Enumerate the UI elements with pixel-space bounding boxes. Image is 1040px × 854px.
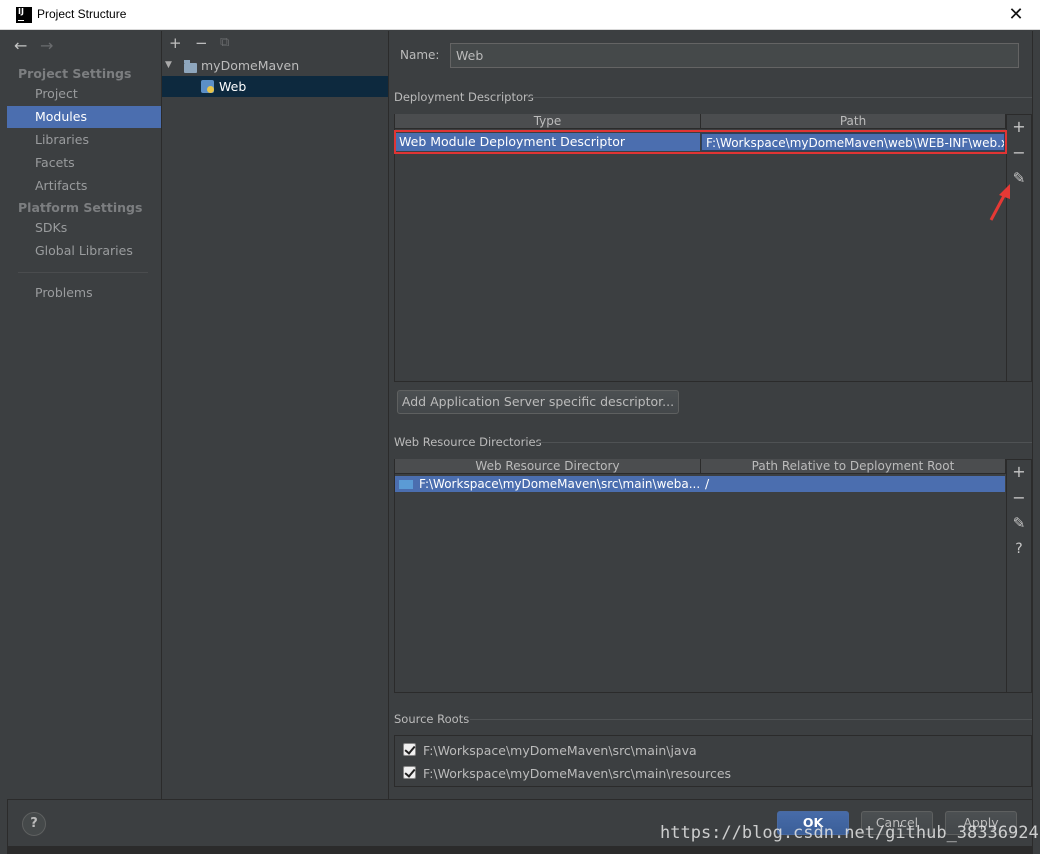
folder-icon [399, 480, 413, 489]
name-input[interactable]: Web [450, 43, 1019, 68]
group-separator [535, 442, 1032, 443]
descriptor-type-cell[interactable]: Web Module Deployment Descriptor [396, 133, 700, 151]
deployment-descriptors-table [394, 114, 1032, 382]
nav-item-facets[interactable]: Facets [7, 152, 161, 174]
column-header-relative-path[interactable]: Path Relative to Deployment Root [701, 459, 1006, 474]
web-resource-table [394, 459, 1032, 693]
add-resource-icon[interactable]: + [1009, 462, 1029, 481]
annotation-arrow-icon [989, 184, 1010, 221]
column-header-path[interactable]: Path [701, 114, 1006, 129]
remove-resource-icon[interactable]: − [1009, 488, 1029, 507]
web-facet-icon [201, 80, 214, 93]
copy-icon[interactable]: ⧉ [220, 35, 229, 50]
nav-section-platform-settings: Platform Settings [18, 200, 143, 215]
tree-item-mydomemaven[interactable]: myDomeMaven [201, 58, 299, 73]
web-resource-directories-title: Web Resource Directories [394, 435, 542, 449]
watermark-text: https://blog.csdn.net/github_38336924 [660, 823, 1039, 843]
nav-item-global-libraries[interactable]: Global Libraries [7, 240, 161, 262]
help-button[interactable]: ? [22, 812, 46, 836]
expand-arrow-icon[interactable]: ▼ [165, 60, 172, 70]
column-header-web-resource-directory[interactable]: Web Resource Directory [395, 459, 701, 474]
nav-item-artifacts[interactable]: Artifacts [7, 175, 161, 197]
name-label: Name: [400, 48, 440, 62]
intellij-app-icon: IJ [16, 7, 32, 23]
deployment-descriptors-title: Deployment Descriptors [394, 90, 534, 104]
group-separator [527, 97, 1032, 98]
source-root-label-java: F:\Workspace\myDomeMaven\src\main\java [423, 743, 697, 758]
bottom-edge [7, 846, 1033, 854]
nav-item-libraries[interactable]: Libraries [7, 129, 161, 151]
remove-icon[interactable]: − [195, 34, 208, 52]
source-root-checkbox-resources[interactable] [403, 766, 416, 779]
help-icon[interactable]: ? [1009, 541, 1029, 557]
resource-path-cell[interactable]: / [701, 476, 1005, 492]
edit-resource-icon[interactable]: ✎ [1009, 514, 1029, 532]
back-arrow-icon[interactable]: ← [14, 36, 27, 55]
source-root-label-resources: F:\Workspace\myDomeMaven\src\main\resour… [423, 766, 732, 781]
title-bar: IJ Project Structure ✕ [0, 0, 1040, 30]
add-icon[interactable]: + [169, 34, 182, 52]
group-separator [470, 719, 1032, 720]
tree-row-web[interactable] [162, 76, 388, 97]
nav-section-project-settings: Project Settings [18, 66, 132, 81]
add-server-descriptor-button[interactable]: Add Application Server specific descript… [397, 390, 679, 414]
footer-divider [7, 799, 1033, 800]
close-window-button[interactable]: ✕ [1004, 3, 1028, 27]
nav-item-problems[interactable]: Problems [7, 282, 161, 304]
resource-dir-cell[interactable]: F:\Workspace\myDomeMaven\src\main\weba..… [395, 476, 701, 492]
nav-item-project[interactable]: Project [7, 83, 161, 105]
descriptor-path-cell[interactable]: F:\Workspace\myDomeMaven\web\WEB-INF\web… [701, 133, 1005, 151]
module-tree-panel [162, 31, 389, 799]
toolbar-divider [1006, 114, 1007, 382]
toolbar-divider [1006, 459, 1007, 693]
source-roots-title: Source Roots [394, 712, 470, 726]
forward-arrow-icon[interactable]: → [40, 36, 53, 55]
column-header-type[interactable]: Type [395, 114, 701, 129]
nav-item-modules[interactable]: Modules [7, 106, 161, 128]
module-folder-icon [184, 60, 197, 73]
nav-item-sdks[interactable]: SDKs [7, 217, 161, 239]
source-root-checkbox-java[interactable] [403, 743, 416, 756]
nav-divider [18, 272, 148, 273]
window-title: Project Structure [37, 7, 127, 21]
add-descriptor-icon[interactable]: + [1009, 117, 1029, 136]
remove-descriptor-icon[interactable]: − [1009, 143, 1029, 162]
tree-item-web[interactable]: Web [219, 79, 246, 94]
